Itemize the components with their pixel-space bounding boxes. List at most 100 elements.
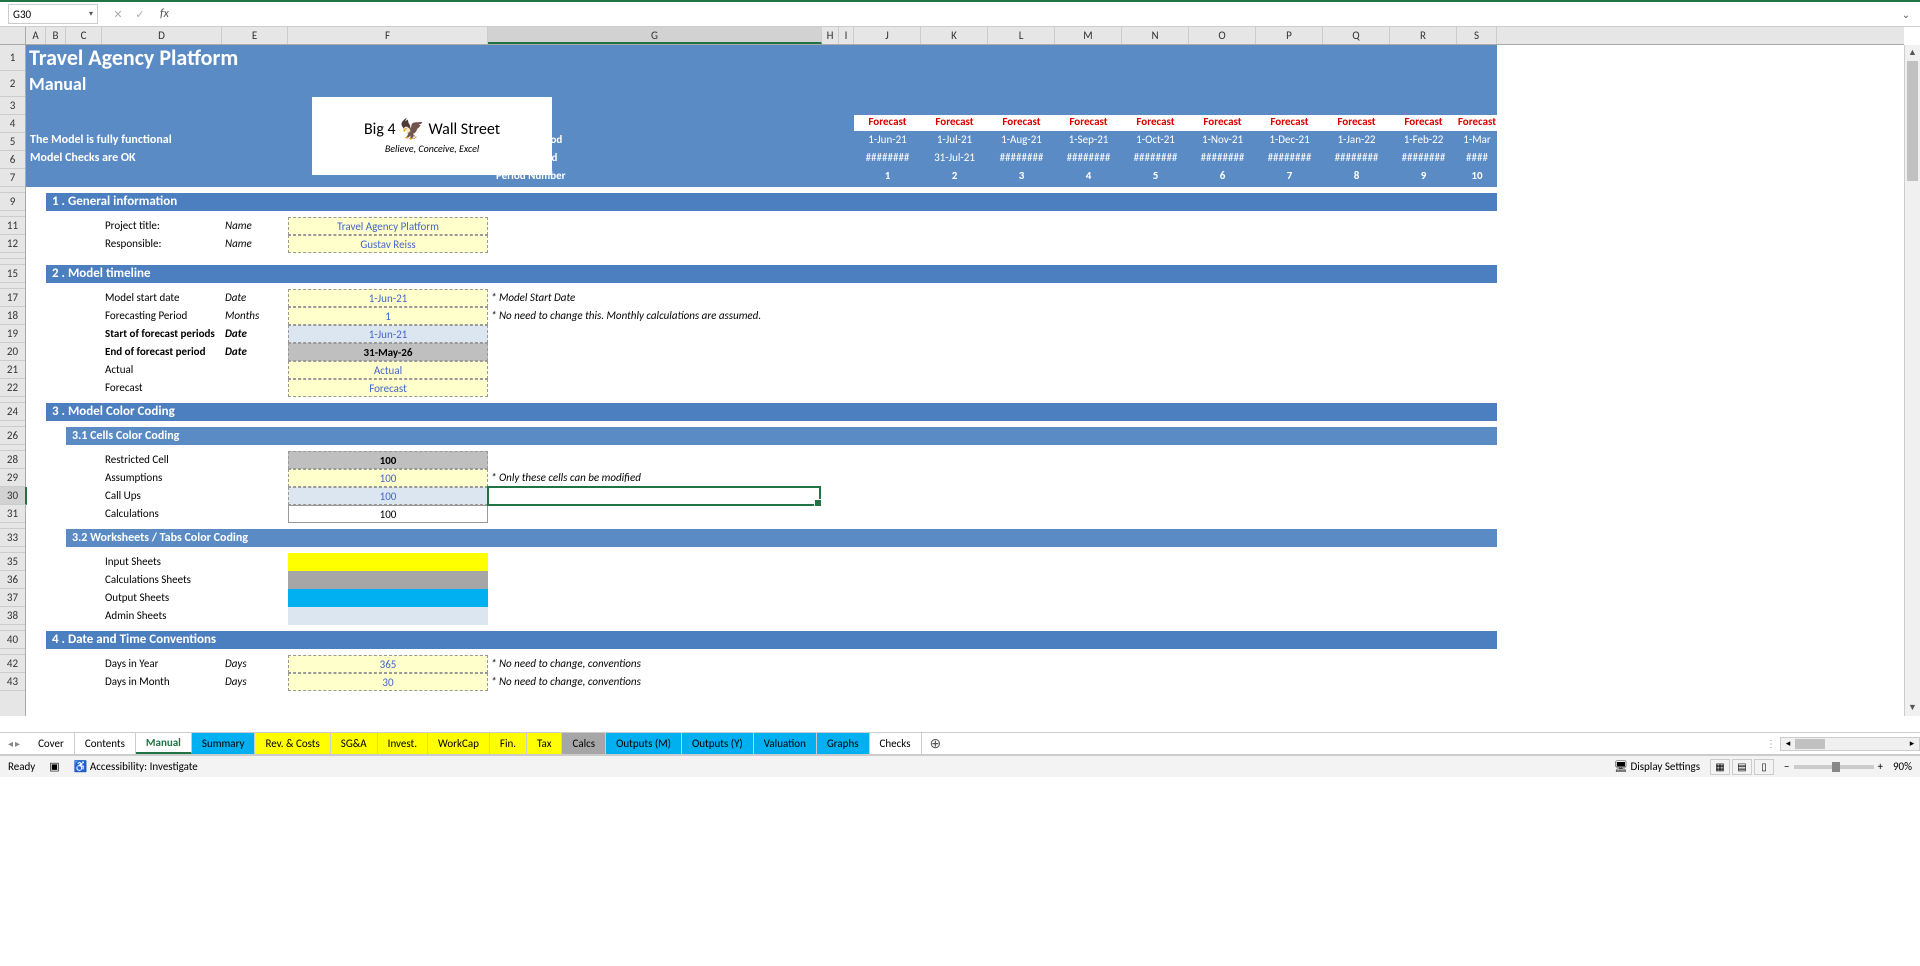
- row-header-3[interactable]: 3: [0, 97, 25, 115]
- row-header-38[interactable]: 38: [0, 607, 25, 625]
- macro-record-icon[interactable]: ▣: [49, 760, 59, 773]
- column-header-D[interactable]: D: [102, 27, 222, 44]
- tab-cover[interactable]: Cover: [28, 733, 75, 754]
- row-header-9[interactable]: 9: [0, 193, 25, 211]
- tab-sg-a[interactable]: SG&A: [331, 733, 378, 754]
- tab-workcap[interactable]: WorkCap: [428, 733, 490, 754]
- tab-checks[interactable]: Checks: [870, 733, 922, 754]
- row-header-18[interactable]: 18: [0, 307, 25, 325]
- row-header-2[interactable]: 2: [0, 71, 25, 97]
- row-header-42[interactable]: 42: [0, 655, 25, 673]
- formula-expand-icon[interactable]: ⌄: [1898, 8, 1914, 21]
- tab-rev-costs[interactable]: Rev. & Costs: [255, 733, 330, 754]
- vertical-scrollbar[interactable]: ▲ ▼: [1904, 45, 1920, 716]
- scroll-up-icon[interactable]: ▲: [1905, 45, 1920, 61]
- page-break-icon[interactable]: ▯: [1754, 759, 1774, 775]
- row-header-33[interactable]: 33: [0, 529, 25, 547]
- zoom-slider[interactable]: − +: [1784, 760, 1883, 773]
- row-header-15[interactable]: 15: [0, 265, 25, 283]
- horizontal-scrollbar[interactable]: ◂ ▸: [1780, 737, 1920, 751]
- tab-outputs-y-[interactable]: Outputs (Y): [682, 733, 754, 754]
- row-header-5[interactable]: 5: [0, 133, 25, 151]
- cells-area[interactable]: Travel Agency PlatformManualThe Model is…: [26, 45, 1904, 716]
- row-header-19[interactable]: 19: [0, 325, 25, 343]
- row-header-20[interactable]: 20: [0, 343, 25, 361]
- row-header-7[interactable]: 7: [0, 169, 25, 187]
- column-header-F[interactable]: F: [288, 27, 488, 44]
- row-header-12[interactable]: 12: [0, 235, 25, 253]
- row-header-1[interactable]: 1: [0, 45, 25, 71]
- column-header-J[interactable]: J: [854, 27, 921, 44]
- hscroll-thumb[interactable]: [1795, 739, 1825, 749]
- row-header-26[interactable]: 26: [0, 427, 25, 445]
- tab-valuation[interactable]: Valuation: [754, 733, 817, 754]
- cancel-icon[interactable]: ✕: [110, 8, 126, 21]
- tab-summary[interactable]: Summary: [192, 733, 256, 754]
- normal-view-icon[interactable]: ▦: [1710, 759, 1730, 775]
- tab-calcs[interactable]: Calcs: [562, 733, 606, 754]
- row-header-21[interactable]: 21: [0, 361, 25, 379]
- row-header-6[interactable]: 6: [0, 151, 25, 169]
- row-header-11[interactable]: 11: [0, 217, 25, 235]
- column-header-I[interactable]: I: [839, 27, 854, 44]
- column-header-H[interactable]: H: [822, 27, 839, 44]
- column-header-E[interactable]: E: [222, 27, 288, 44]
- formula-input[interactable]: [175, 4, 1898, 24]
- row-header-17[interactable]: 17: [0, 289, 25, 307]
- row-header-24[interactable]: 24: [0, 403, 25, 421]
- row-header-4[interactable]: 4: [0, 115, 25, 133]
- hscroll-left-icon[interactable]: ◂: [1781, 738, 1795, 749]
- tab-split-handle[interactable]: ⋮: [1766, 737, 1776, 750]
- display-settings[interactable]: 🖥 Display Settings: [1614, 760, 1700, 773]
- page-layout-icon[interactable]: ▤: [1732, 759, 1752, 775]
- column-header-G[interactable]: G: [488, 27, 822, 44]
- select-all-corner[interactable]: [0, 27, 26, 44]
- column-header-R[interactable]: R: [1390, 27, 1457, 44]
- row-header-36[interactable]: 36: [0, 571, 25, 589]
- column-header-C[interactable]: C: [66, 27, 102, 44]
- zoom-in-icon[interactable]: +: [1878, 760, 1883, 773]
- column-header-S[interactable]: S: [1457, 27, 1497, 44]
- row-header-29[interactable]: 29: [0, 469, 25, 487]
- column-header-O[interactable]: O: [1189, 27, 1256, 44]
- accessibility-status[interactable]: ♿ Accessibility: Investigate: [74, 760, 198, 773]
- tab-tax[interactable]: Tax: [527, 733, 562, 754]
- tab-contents[interactable]: Contents: [75, 733, 136, 754]
- column-header-N[interactable]: N: [1122, 27, 1189, 44]
- name-box-value: G30: [13, 8, 31, 21]
- column-header-Q[interactable]: Q: [1323, 27, 1390, 44]
- tab-fin-[interactable]: Fin.: [490, 733, 527, 754]
- fx-icon[interactable]: fx: [160, 7, 169, 21]
- row-header-30[interactable]: 30: [0, 487, 27, 505]
- zoom-out-icon[interactable]: −: [1784, 760, 1789, 773]
- name-box[interactable]: G30 ▾: [8, 4, 98, 24]
- hscroll-right-icon[interactable]: ▸: [1905, 738, 1919, 749]
- tab-manual[interactable]: Manual: [136, 733, 192, 754]
- tab-graphs[interactable]: Graphs: [817, 733, 870, 754]
- enter-icon[interactable]: ✓: [132, 8, 148, 21]
- scroll-down-icon[interactable]: ▼: [1905, 700, 1920, 716]
- tab-last-icon[interactable]: ▸: [15, 737, 20, 750]
- zoom-track[interactable]: [1794, 765, 1874, 769]
- row-header-40[interactable]: 40: [0, 631, 25, 649]
- row-header-22[interactable]: 22: [0, 379, 25, 397]
- row-header-35[interactable]: 35: [0, 553, 25, 571]
- name-box-dropdown-icon[interactable]: ▾: [89, 9, 93, 19]
- tab-outputs-m-[interactable]: Outputs (M): [606, 733, 682, 754]
- column-header-A[interactable]: A: [26, 27, 46, 44]
- column-header-K[interactable]: K: [921, 27, 988, 44]
- row-header-28[interactable]: 28: [0, 451, 25, 469]
- formula-bar: G30 ▾ ✕ ✓ fx ⌄: [0, 0, 1920, 27]
- column-header-B[interactable]: B: [46, 27, 66, 44]
- row-header-43[interactable]: 43: [0, 673, 25, 691]
- row-header-31[interactable]: 31: [0, 505, 25, 523]
- tab-invest-[interactable]: Invest.: [378, 733, 428, 754]
- scroll-thumb[interactable]: [1907, 61, 1918, 181]
- column-header-M[interactable]: M: [1055, 27, 1122, 44]
- new-sheet-button[interactable]: ⊕: [922, 735, 950, 752]
- row-header-37[interactable]: 37: [0, 589, 25, 607]
- column-header-P[interactable]: P: [1256, 27, 1323, 44]
- zoom-level[interactable]: 90%: [1893, 760, 1912, 773]
- tab-first-icon[interactable]: ◂: [8, 737, 13, 750]
- column-header-L[interactable]: L: [988, 27, 1055, 44]
